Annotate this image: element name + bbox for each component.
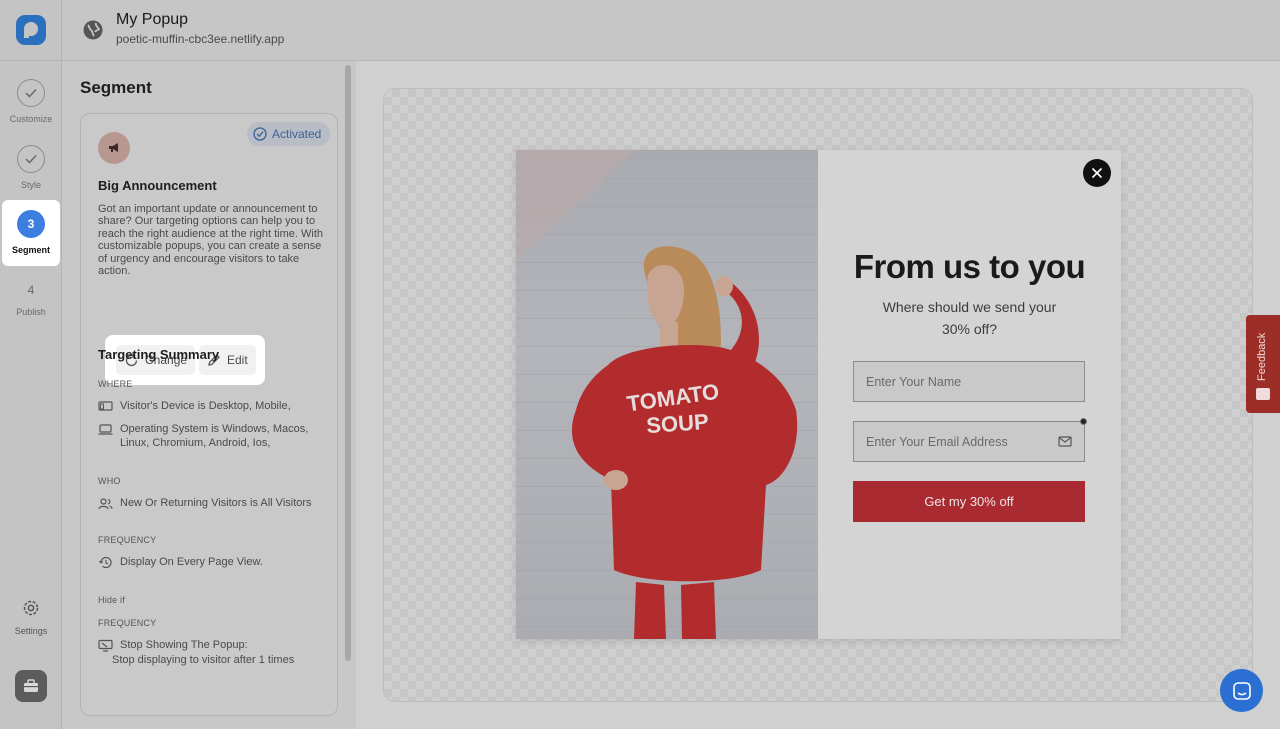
mail-icon [1058, 436, 1072, 447]
check-icon [17, 145, 45, 173]
badge-label: Activated [272, 127, 322, 141]
users-icon [98, 498, 113, 510]
hide-frequency-label: FREQUENCY [98, 618, 157, 628]
hide-if-label: Hide if [98, 595, 125, 605]
laptop-icon [98, 424, 113, 435]
segment-description: Got an important update or announcement … [98, 203, 324, 278]
check-icon [17, 79, 45, 107]
panel-title: Segment [80, 78, 152, 97]
megaphone-icon [98, 132, 130, 164]
settings-button[interactable]: Settings [0, 598, 62, 636]
visitors-row: New Or Returning Visitors is All Visitor… [98, 496, 326, 510]
stop-text-2: Stop displaying to visitor after 1 times [112, 654, 295, 666]
globe-icon [83, 20, 103, 40]
left-rail: Customize Style 3 Segment 4 Publish Sett… [0, 0, 62, 729]
step-label: Style [20, 180, 41, 190]
targeting-summary-title: Targeting Summary [98, 347, 220, 362]
os-row: Operating System is Windows, Macos, Linu… [98, 422, 326, 450]
step-segment[interactable]: 3 Segment [2, 200, 60, 266]
device-text: Visitor's Device is Desktop, Mobile, [120, 400, 291, 412]
cta-button[interactable]: Get my 30% off [853, 481, 1085, 522]
history-icon [99, 556, 112, 569]
stop-row: Stop Showing The Popup: [98, 638, 326, 652]
popup-preview: TOMATO SOUP From us to you Where should … [516, 150, 1121, 639]
name-input[interactable]: Enter Your Name [853, 361, 1085, 402]
feedback-icon [1256, 388, 1270, 400]
display-row: Display On Every Page View. [98, 555, 326, 569]
model-illustration: TOMATO SOUP [571, 246, 798, 639]
step-publish[interactable]: 4 Publish [0, 276, 62, 317]
settings-label: Settings [14, 626, 48, 636]
step-label: Segment [11, 245, 50, 255]
email-input[interactable]: Enter Your Email Address [853, 421, 1085, 462]
devices-icon [98, 401, 113, 411]
briefcase-button[interactable] [15, 670, 47, 702]
close-button[interactable] [1083, 159, 1111, 187]
rail-divider [0, 60, 62, 61]
chat-icon [1232, 681, 1251, 700]
drag-handle[interactable] [1080, 418, 1087, 425]
edit-label: Edit [227, 353, 248, 367]
visitors-text: New Or Returning Visitors is All Visitor… [120, 497, 312, 509]
segment-card: Activated Big Announcement Got an import… [80, 113, 338, 716]
feedback-tab[interactable]: Feedback [1246, 315, 1280, 413]
page-title: My Popup [116, 11, 189, 28]
close-icon [1091, 167, 1103, 179]
check-circle-icon [253, 127, 267, 141]
frequency-label: FREQUENCY [98, 535, 157, 545]
segment-heading: Big Announcement [98, 178, 217, 193]
step-number: 3 [17, 210, 45, 238]
gear-icon [23, 600, 39, 616]
panel-scrollbar[interactable] [345, 65, 351, 661]
app-logo[interactable] [16, 15, 46, 45]
who-label: WHO [98, 476, 121, 486]
stop-row-2: Stop displaying to visitor after 1 times [112, 653, 312, 667]
feedback-label: Feedback [1256, 332, 1268, 381]
monitor-off-icon [98, 639, 113, 652]
email-placeholder: Enter Your Email Address [866, 434, 1008, 449]
stop-text-1: Stop Showing The Popup: [120, 639, 248, 651]
os-text: Operating System is Windows, Macos, Linu… [120, 423, 309, 449]
popup-form: From us to you Where should we send your… [818, 150, 1121, 639]
step-label: Publish [16, 307, 46, 317]
device-row: Visitor's Device is Desktop, Mobile, [98, 399, 326, 413]
popup-subtext: Where should we send your 30% off? [882, 299, 1057, 337]
step-number: 4 [27, 283, 35, 297]
shirt-text-2: SOUP [646, 409, 710, 438]
segment-panel: Segment Activated Big Announcement Got a… [62, 61, 356, 729]
step-customize[interactable]: Customize [0, 79, 62, 124]
briefcase-icon [24, 679, 38, 692]
popup-image: TOMATO SOUP [516, 150, 818, 639]
top-bar: My Popup poetic-muffin-cbc3ee.netlify.ap… [62, 0, 1280, 61]
step-style[interactable]: Style [0, 145, 62, 190]
step-label: Customize [9, 114, 53, 124]
display-text: Display On Every Page View. [120, 556, 263, 568]
site-url: poetic-muffin-cbc3ee.netlify.app [116, 32, 285, 46]
activated-badge: Activated [247, 122, 331, 146]
where-label: WHERE [98, 379, 133, 389]
popup-headline: From us to you [853, 248, 1086, 285]
name-placeholder: Enter Your Name [866, 374, 962, 389]
chat-launcher[interactable] [1220, 669, 1263, 712]
